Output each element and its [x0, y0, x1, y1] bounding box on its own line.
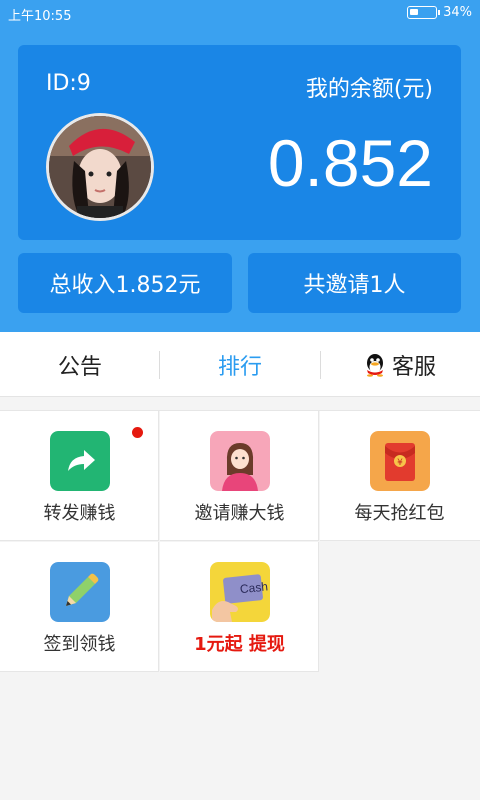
balance-label: 我的余额(元) — [305, 77, 433, 102]
grid-item-withdraw[interactable]: Cash 1元起 提现 — [160, 542, 319, 672]
grid-item-label: 每天抢红包 — [354, 503, 445, 524]
avatar[interactable] — [46, 113, 154, 221]
tab-ranking[interactable]: 排行 — [160, 332, 320, 397]
battery-indicator: 34% — [407, 5, 472, 20]
share-arrow-icon — [50, 431, 110, 491]
tab-customer-service[interactable]: 客服 — [320, 332, 480, 397]
grid-item-red-envelope[interactable]: ¥ 每天抢红包 — [320, 411, 480, 541]
balance-amount: 0.852 — [267, 126, 433, 200]
grid-item-label: 转发赚钱 — [43, 503, 116, 524]
svg-text:¥: ¥ — [397, 458, 403, 468]
status-bar: 上午10:55 34% — [0, 0, 480, 28]
battery-percent: 34% — [443, 5, 472, 20]
tab-bar: 公告 排行 客服 — [0, 332, 480, 397]
status-time: 上午10:55 — [8, 9, 72, 24]
battery-icon — [407, 6, 441, 19]
grid-item-share-earn[interactable]: 转发赚钱 — [0, 411, 159, 541]
grid-item-invite-earn[interactable]: 邀请赚大钱 — [160, 411, 319, 541]
qq-penguin-icon — [364, 353, 386, 377]
tab-label: 公告 — [57, 354, 102, 380]
tab-label: 排行 — [217, 354, 262, 380]
cash-card-icon: Cash — [210, 562, 270, 622]
notification-dot — [132, 427, 143, 438]
pencil-icon — [50, 562, 110, 622]
invite-person-icon — [210, 431, 270, 491]
header-panel: 上午10:55 34% ID:9 我的余额(元) 0.852 总收入1.852元… — [0, 0, 480, 332]
grid-item-label: 签到领钱 — [43, 634, 116, 655]
tab-announcement[interactable]: 公告 — [0, 332, 160, 397]
red-envelope-icon: ¥ — [370, 431, 430, 491]
grid-item-checkin[interactable]: 签到领钱 — [0, 542, 159, 672]
user-id: ID:9 — [46, 71, 91, 96]
grid-item-label: 邀请赚大钱 — [194, 503, 285, 524]
svg-text:Cash: Cash — [239, 579, 268, 596]
invited-count-button[interactable]: 共邀请1人 — [248, 253, 461, 313]
total-income-button[interactable]: 总收入1.852元 — [18, 253, 232, 313]
grid-item-label: 1元起 提现 — [194, 634, 285, 655]
balance-card: ID:9 我的余额(元) 0.852 — [18, 45, 461, 240]
tab-label: 客服 — [391, 354, 436, 380]
